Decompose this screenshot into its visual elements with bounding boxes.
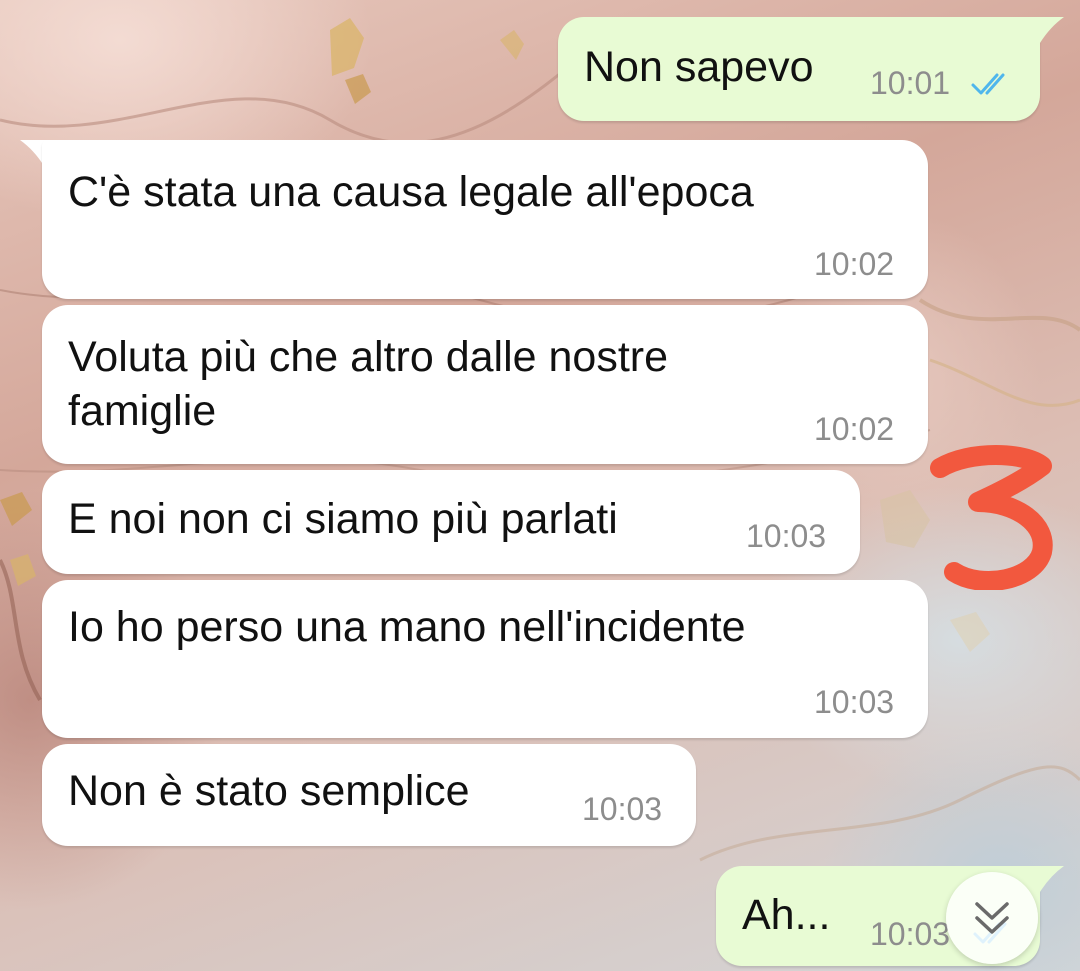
- handwritten-number-three: [930, 445, 1053, 590]
- message-timestamp: 10:03: [582, 791, 663, 827]
- message-text: E noi non ci siamo più parlati: [68, 495, 618, 543]
- message-text: Non è stato semplice: [68, 767, 470, 815]
- message-text: Non sapevo: [584, 43, 814, 91]
- message-timestamp: 10:03: [746, 518, 827, 554]
- bubble-tail: [1030, 866, 1064, 892]
- message-timestamp: 10:03: [814, 684, 895, 720]
- double-chevron-down-icon: [975, 902, 1009, 934]
- message-bubble-incoming[interactable]: Voluta più che altro dalle nostre famigl…: [42, 305, 928, 464]
- read-double-check-icon: [971, 73, 1005, 95]
- message-bubble-incoming[interactable]: E noi non ci siamo più parlati 10:03: [42, 470, 860, 574]
- message-timestamp: 10:01: [870, 65, 951, 101]
- message-timestamp: 10:02: [814, 246, 895, 282]
- message-bubble-outgoing[interactable]: Non sapevo 10:01: [558, 17, 1040, 121]
- message-timestamp: 10:03: [870, 916, 951, 952]
- message-text: C'è stata una causa legale all'epoca: [68, 168, 754, 216]
- message-bubble-incoming[interactable]: C'è stata una causa legale all'epoca 10:…: [42, 140, 928, 299]
- message-timestamp: 10:02: [814, 411, 895, 447]
- message-text: Voluta più che altro dalle nostre famigl…: [68, 333, 669, 435]
- scroll-to-bottom-button[interactable]: [946, 872, 1038, 964]
- message-bubble-incoming[interactable]: Non è stato semplice 10:03: [42, 744, 696, 846]
- bubble-tail: [1030, 17, 1064, 43]
- message-text: Ah...: [742, 891, 831, 939]
- message-text: Io ho perso una mano nell'incidente: [68, 603, 746, 651]
- message-bubble-incoming[interactable]: Io ho perso una mano nell'incidente 10:0…: [42, 580, 928, 738]
